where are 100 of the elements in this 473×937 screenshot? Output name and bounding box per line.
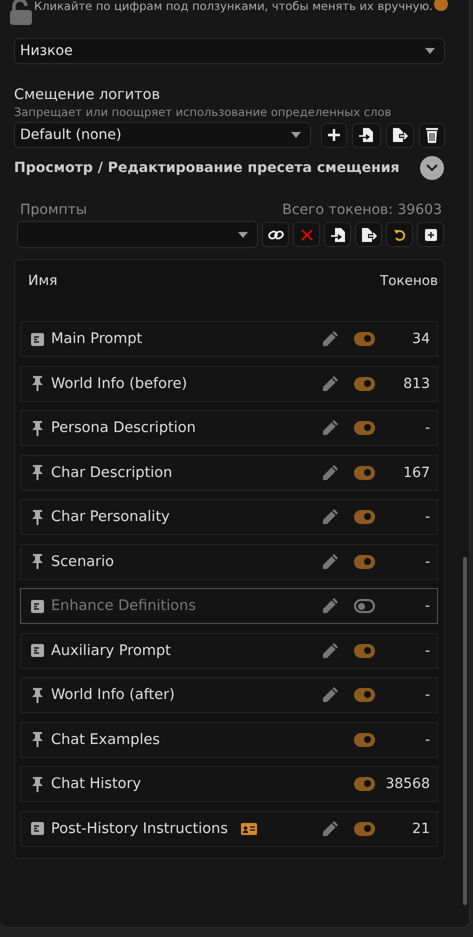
document-icon bbox=[31, 332, 44, 346]
prompt-name: Post-History Instructions bbox=[51, 820, 228, 836]
prompt-name: Enhance Definitions bbox=[51, 598, 196, 614]
prompt-name: Scenario bbox=[51, 554, 114, 570]
pencil-icon[interactable] bbox=[321, 552, 339, 570]
import-button[interactable] bbox=[352, 122, 381, 148]
prompt-name: Persona Description bbox=[51, 420, 196, 436]
pencil-icon[interactable] bbox=[321, 419, 339, 437]
prompt-row[interactable]: Scenario - bbox=[20, 544, 438, 580]
prompt-name: Auxiliary Prompt bbox=[51, 642, 171, 658]
pushpin-icon bbox=[31, 776, 44, 792]
pushpin-icon bbox=[31, 376, 44, 391]
toggle-switch[interactable] bbox=[354, 644, 375, 658]
prompt-row[interactable]: Char Personality - bbox=[20, 499, 438, 535]
reset-button[interactable] bbox=[386, 222, 413, 247]
prompt-row[interactable]: World Info (after) - bbox=[20, 677, 438, 713]
section-title: Просмотр / Редактирование пресета смещения bbox=[14, 160, 400, 176]
toggle-switch[interactable] bbox=[354, 466, 375, 480]
toggle-switch[interactable] bbox=[354, 376, 375, 390]
prompt-row[interactable]: Auxiliary Prompt - bbox=[20, 632, 438, 668]
token-count: - bbox=[424, 642, 430, 658]
toggle-switch[interactable] bbox=[354, 510, 375, 524]
toggle-switch[interactable] bbox=[354, 822, 375, 836]
pencil-icon[interactable] bbox=[321, 686, 339, 704]
prompt-name: Char Personality bbox=[51, 509, 170, 525]
column-header: Токенов bbox=[380, 273, 438, 291]
total-tokens: Всего токенов: 39603 bbox=[282, 202, 442, 218]
scrollbar[interactable] bbox=[463, 557, 467, 905]
file-import-icon bbox=[330, 226, 346, 242]
prompt-row[interactable]: Post-History Instructions 21 bbox=[20, 810, 438, 846]
caret-icon bbox=[425, 48, 435, 54]
column-header: Имя bbox=[28, 273, 58, 291]
token-count: - bbox=[424, 732, 430, 748]
toggle-switch[interactable] bbox=[354, 421, 375, 435]
token-count: - bbox=[424, 598, 430, 614]
pushpin-icon bbox=[31, 465, 44, 480]
token-count: 813 bbox=[402, 376, 430, 392]
prompt-name: Chat History bbox=[51, 776, 142, 792]
pencil-icon[interactable] bbox=[321, 374, 339, 392]
token-count: - bbox=[424, 687, 430, 703]
document-icon bbox=[31, 600, 44, 612]
image-quality-select[interactable]: Низкое bbox=[14, 38, 445, 64]
pushpin-icon bbox=[31, 554, 44, 569]
pushpin-icon bbox=[31, 688, 44, 702]
section-title: Смещение логитов bbox=[14, 87, 162, 103]
new-prompt-button[interactable] bbox=[417, 222, 444, 247]
export-button[interactable] bbox=[386, 122, 414, 148]
add-button[interactable] bbox=[321, 122, 348, 148]
token-count: - bbox=[424, 420, 430, 436]
file-export-icon bbox=[392, 127, 408, 143]
trash-icon bbox=[424, 127, 439, 143]
undo-icon bbox=[394, 228, 406, 240]
toggle-switch[interactable] bbox=[354, 777, 375, 791]
toggle-switch[interactable] bbox=[354, 554, 375, 568]
token-count: 21 bbox=[411, 820, 430, 836]
plus-square-icon bbox=[424, 228, 436, 240]
link-button[interactable] bbox=[262, 222, 289, 247]
prompt-name: Chat Examples bbox=[51, 732, 160, 748]
import-button[interactable] bbox=[324, 222, 351, 247]
pencil-icon[interactable] bbox=[321, 464, 339, 482]
token-count: - bbox=[424, 554, 430, 570]
unlocked-padlock-icon[interactable] bbox=[9, 0, 33, 26]
pencil-icon[interactable] bbox=[321, 642, 339, 660]
delete-button[interactable] bbox=[418, 122, 445, 148]
toggle-switch[interactable] bbox=[354, 599, 375, 613]
pencil-icon[interactable] bbox=[321, 597, 339, 615]
caret-icon bbox=[291, 132, 302, 138]
file-import-icon bbox=[358, 127, 374, 143]
prompt-name: World Info (after) bbox=[51, 687, 175, 703]
prompt-row[interactable]: Enhance Definitions - bbox=[20, 588, 438, 624]
hint-text: Кликайте по цифрам под ползунками, чтобы менять их вручную. bbox=[34, 0, 433, 13]
prompt-name: World Info (before) bbox=[51, 376, 188, 392]
prompt-row[interactable]: World Info (before) 813 bbox=[20, 366, 438, 402]
pushpin-icon bbox=[31, 420, 44, 436]
prompt-row[interactable]: Chat History 38568 bbox=[20, 766, 438, 802]
prompt-name: Char Description bbox=[51, 464, 172, 480]
document-icon bbox=[31, 644, 44, 657]
document-icon bbox=[31, 822, 44, 835]
expand-button[interactable] bbox=[420, 156, 444, 180]
preset-select[interactable]: Default (none) bbox=[14, 122, 312, 148]
prompt-row[interactable]: Char Description 167 bbox=[20, 454, 438, 490]
prompt-row[interactable]: Chat Examples - bbox=[20, 722, 438, 758]
plus-icon bbox=[327, 128, 342, 142]
toggle-switch[interactable] bbox=[354, 732, 375, 746]
file-export-icon bbox=[360, 226, 376, 242]
prompt-row[interactable]: Main Prompt 34 bbox=[20, 321, 438, 357]
caret-icon bbox=[238, 232, 248, 238]
section-description: Запрещает или поощряет использование определенных слов bbox=[14, 105, 392, 119]
pencil-icon[interactable] bbox=[321, 330, 339, 348]
toggle-switch[interactable] bbox=[354, 332, 375, 346]
cross-icon bbox=[300, 228, 312, 240]
token-count: - bbox=[424, 509, 430, 525]
pencil-icon[interactable] bbox=[321, 508, 339, 526]
chevron-down-icon bbox=[426, 164, 438, 172]
toggle-switch[interactable] bbox=[354, 688, 375, 702]
prompt-name: Main Prompt bbox=[51, 331, 142, 347]
pencil-icon[interactable] bbox=[321, 820, 339, 838]
remove-button[interactable] bbox=[293, 222, 320, 247]
export-button[interactable] bbox=[355, 222, 382, 247]
prompt-row[interactable]: Persona Description - bbox=[20, 410, 438, 446]
